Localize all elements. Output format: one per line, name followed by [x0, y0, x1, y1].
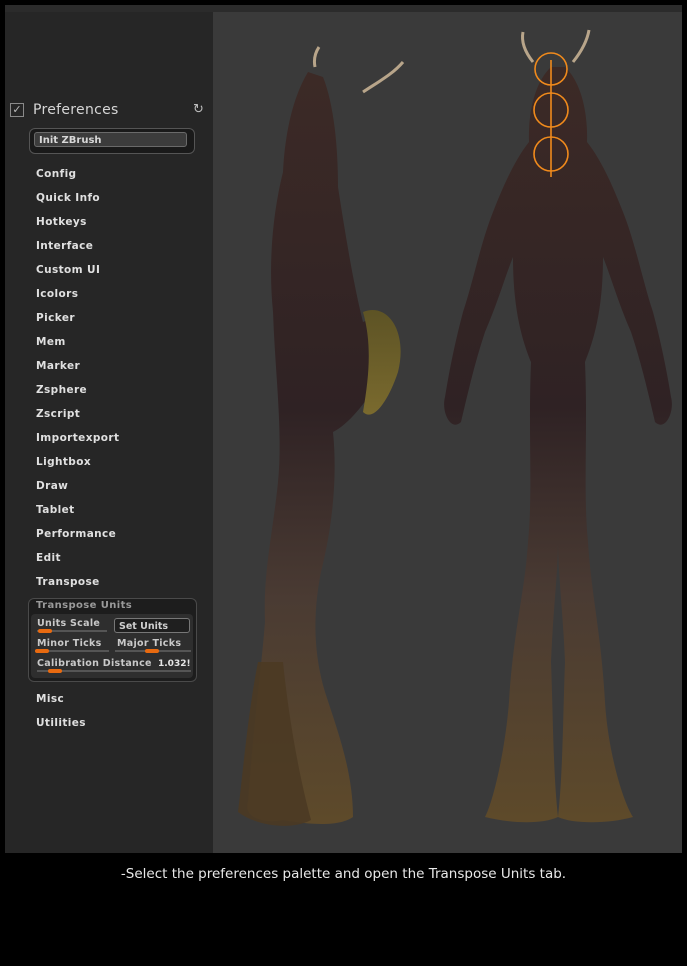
menu-item-hotkeys[interactable]: Hotkeys	[36, 216, 87, 228]
calibration-distance-label: Calibration Distance	[37, 658, 152, 669]
menu-item-marker[interactable]: Marker	[36, 360, 80, 372]
transpose-units-panel: Transpose Units Units Scale Set Units Mi…	[28, 598, 197, 682]
tutorial-caption: -Select the preferences palette and open…	[120, 866, 567, 882]
palette-title: Preferences	[33, 102, 119, 118]
init-zbrush-button[interactable]: Init ZBrush	[29, 128, 195, 154]
menu-item-zscript[interactable]: Zscript	[36, 408, 80, 420]
set-units-button[interactable]: Set Units	[114, 618, 190, 633]
menu-item-mem[interactable]: Mem	[36, 336, 66, 348]
major-ticks-handle[interactable]	[145, 649, 159, 653]
menu-item-custom-ui[interactable]: Custom UI	[36, 264, 100, 276]
menu-item-misc[interactable]: Misc	[36, 693, 64, 705]
creature-model-illustration	[238, 29, 672, 826]
menu-item-lightbox[interactable]: Lightbox	[36, 456, 91, 468]
minor-ticks-label: Minor Ticks	[37, 638, 102, 649]
checkbox-icon[interactable]: ✓	[10, 103, 24, 117]
units-scale-handle[interactable]	[38, 629, 52, 633]
calibration-distance-value: 1.032!	[158, 659, 191, 669]
menu-item-quick-info[interactable]: Quick Info	[36, 192, 100, 204]
menu-item-utilities[interactable]: Utilities	[36, 717, 86, 729]
minor-ticks-handle[interactable]	[35, 649, 49, 653]
transpose-units-title[interactable]: Transpose Units	[36, 600, 132, 611]
menu-item-icolors[interactable]: Icolors	[36, 288, 78, 300]
canvas-viewport[interactable]	[213, 12, 682, 853]
menu-item-performance[interactable]: Performance	[36, 528, 116, 540]
menu-item-config[interactable]: Config	[36, 168, 76, 180]
calibration-distance-handle[interactable]	[48, 669, 62, 673]
refresh-icon[interactable]: ↻	[193, 103, 204, 117]
menu-item-importexport[interactable]: Importexport	[36, 432, 119, 444]
menu-item-picker[interactable]: Picker	[36, 312, 75, 324]
units-scale-label: Units Scale	[37, 618, 101, 629]
front-view-model	[444, 29, 672, 823]
major-ticks-label: Major Ticks	[117, 638, 182, 649]
menu-item-draw[interactable]: Draw	[36, 480, 68, 492]
menu-item-zsphere[interactable]: Zsphere	[36, 384, 87, 396]
menu-item-transpose[interactable]: Transpose	[36, 576, 100, 588]
transpose-units-body: Units Scale Set Units Minor Ticks Major …	[31, 614, 193, 678]
init-zbrush-label: Init ZBrush	[34, 132, 187, 147]
menu-item-interface[interactable]: Interface	[36, 240, 93, 252]
menu-item-tablet[interactable]: Tablet	[36, 504, 75, 516]
palette-header[interactable]: ✓ Preferences ↻	[10, 102, 206, 121]
side-view-model	[238, 46, 405, 826]
menu-item-edit[interactable]: Edit	[36, 552, 61, 564]
